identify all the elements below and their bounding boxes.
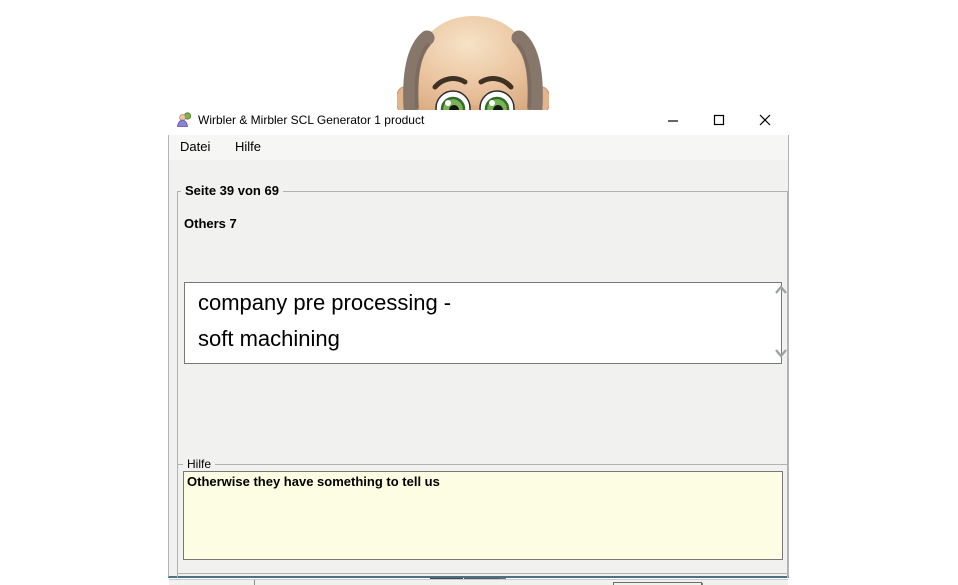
bald-head-icon (397, 16, 549, 110)
help-groupbox: Hilfe Otherwise they have something to t… (177, 457, 788, 574)
help-text: Otherwise they have something to tell us (187, 474, 440, 489)
section-label: Others 7 (184, 216, 237, 231)
page-groupbox-label: Seite 39 von 69 (181, 183, 283, 198)
app-window: Wirbler & Mirbler SCL Generator 1 produc… (168, 105, 789, 585)
window-body: Datei Hilfe Seite 39 von 69 Others 7 com… (168, 135, 789, 585)
help-textbox: Otherwise they have something to tell us (183, 471, 783, 560)
content-line: company pre processing - (198, 290, 452, 315)
content-textbox[interactable]: company pre processing - soft machining (184, 282, 782, 364)
minimize-button[interactable] (658, 105, 688, 135)
scroll-down-icon[interactable] (773, 347, 789, 359)
maximize-button[interactable] (704, 105, 734, 135)
minimize-icon (668, 120, 678, 122)
menu-bar: Datei Hilfe (169, 135, 788, 160)
footer-bar: Schließen Zurück Weiter (169, 579, 788, 585)
scroll-up-icon[interactable] (773, 284, 789, 296)
close-icon (759, 114, 771, 126)
close-button[interactable] (750, 105, 780, 135)
schliessen-button[interactable]: Schließen (173, 580, 255, 585)
screen: Wirbler & Mirbler SCL Generator 1 produc… (0, 0, 958, 585)
peeking-character-illustration (397, 12, 549, 110)
window-title: Wirbler & Mirbler SCL Generator 1 produc… (198, 113, 425, 127)
help-groupbox-label: Hilfe (183, 457, 216, 471)
menu-item-hilfe[interactable]: Hilfe (225, 135, 271, 158)
maximize-icon (713, 114, 725, 126)
content-line: soft machining (198, 326, 340, 351)
menu-item-datei[interactable]: Datei (170, 135, 220, 158)
app-icon (177, 112, 192, 127)
